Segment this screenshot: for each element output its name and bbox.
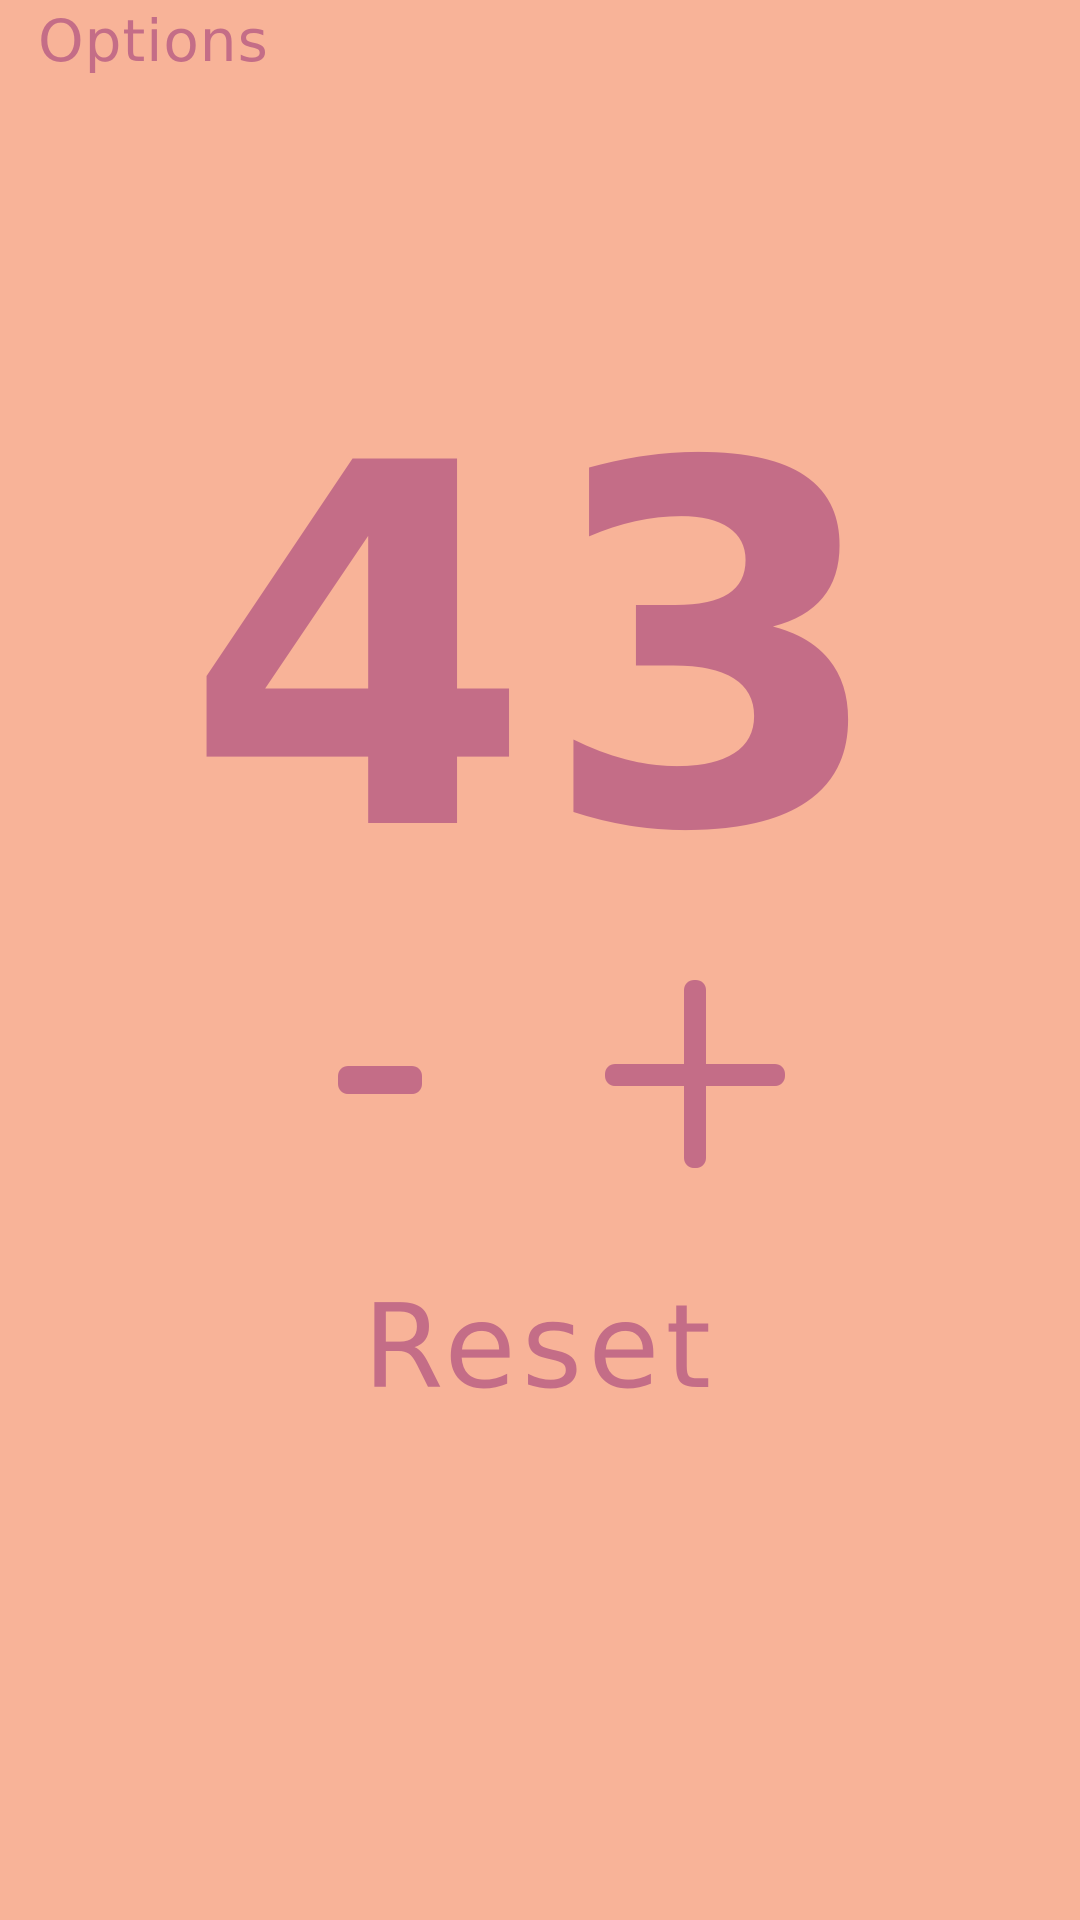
counter-value: 43 bbox=[184, 359, 896, 941]
decrement-button[interactable] bbox=[310, 1010, 450, 1150]
minus-icon bbox=[338, 1066, 422, 1094]
reset-button[interactable]: Reset bbox=[0, 1290, 1080, 1406]
increment-button[interactable] bbox=[590, 970, 800, 1180]
options-button[interactable]: Options bbox=[38, 12, 269, 70]
plus-icon-vertical bbox=[684, 980, 706, 1168]
